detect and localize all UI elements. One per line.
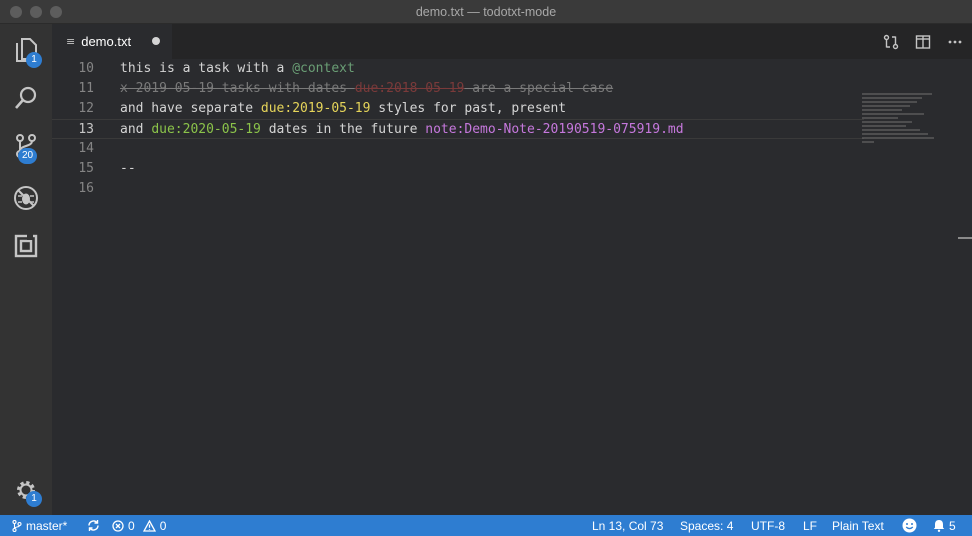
- activity-bar: 1 20 1: [0, 24, 52, 515]
- tab-label: demo.txt: [81, 34, 132, 49]
- bell-icon: [933, 520, 945, 532]
- context-token: @context: [292, 61, 355, 76]
- ellipsis-icon: [948, 40, 962, 43]
- unsaved-dot-icon[interactable]: [152, 37, 160, 45]
- error-count: 0: [128, 518, 135, 533]
- sync-button[interactable]: [87, 515, 100, 536]
- line-text: x 2019-05-19 tasks with dates due:2018-0…: [120, 79, 613, 99]
- text-segment: dates in the future: [260, 122, 426, 137]
- search-button[interactable]: [0, 74, 52, 122]
- branch-name: master*: [26, 518, 68, 533]
- line-number: 13: [78, 122, 94, 137]
- line-number: 11: [78, 81, 94, 96]
- line-text: and due:2020-05-19 dates in the future n…: [120, 120, 684, 140]
- problems-indicator[interactable]: 0 0: [112, 515, 166, 536]
- open-changes-button[interactable]: [882, 33, 900, 51]
- source-control-button[interactable]: 20: [0, 122, 52, 170]
- smiley-icon: [902, 518, 917, 533]
- status-bar: master* 0 0 Ln 13, Col 73 Spaces: 4 UTF-…: [0, 515, 972, 536]
- line-number: 10: [78, 61, 94, 76]
- warning-count: 0: [159, 518, 167, 533]
- editor-actions: [882, 24, 964, 59]
- debug-icon: [14, 186, 38, 210]
- explorer-badge: 1: [26, 52, 42, 68]
- extensions-icon: [14, 234, 38, 258]
- line-text: --: [120, 161, 136, 176]
- branch-indicator[interactable]: master*: [12, 515, 67, 536]
- debug-button[interactable]: [0, 174, 52, 222]
- line-number: 14: [78, 141, 94, 156]
- cursor-position[interactable]: Ln 13, Col 73: [592, 515, 663, 536]
- notification-count: 5: [949, 518, 956, 533]
- feedback-button[interactable]: [902, 515, 917, 536]
- tab-bar: ≡ demo.txt: [52, 24, 972, 59]
- more-actions-button[interactable]: [946, 33, 964, 51]
- note-link[interactable]: note:Demo-Note-20190519-075919.md: [425, 122, 683, 137]
- search-icon: [15, 86, 37, 109]
- end-of-line[interactable]: LF: [803, 515, 817, 536]
- completed-task-text: x 2019-05-19 tasks with dates: [120, 81, 355, 96]
- line-number: 16: [78, 181, 94, 196]
- text-segment: and have separate: [120, 101, 261, 116]
- source-control-badge: 20: [18, 148, 38, 164]
- warning-icon: [142, 519, 156, 532]
- text-segment: and: [120, 122, 152, 137]
- editor-area: ≡ demo.txt 10 this is a task with a @con…: [52, 24, 972, 515]
- extensions-button[interactable]: [0, 222, 52, 270]
- sync-icon: [88, 520, 99, 531]
- error-icon: [112, 519, 124, 532]
- code-line[interactable]: 11 x 2019-05-19 tasks with dates due:201…: [52, 79, 864, 99]
- code-line[interactable]: 12 and have separate due:2019-05-19 styl…: [52, 99, 864, 119]
- due-past-token: due:2018-05-19: [354, 81, 465, 96]
- code-line[interactable]: 16: [52, 179, 864, 199]
- indentation[interactable]: Spaces: 4: [680, 515, 733, 536]
- explorer-button[interactable]: 1: [0, 26, 52, 74]
- code-line[interactable]: 15 --: [52, 159, 864, 179]
- compare-changes-icon: [883, 34, 899, 49]
- line-text: and have separate due:2019-05-19 styles …: [120, 99, 566, 119]
- minimap[interactable]: [862, 93, 942, 153]
- line-number: 15: [78, 161, 94, 176]
- line-number: 12: [78, 101, 94, 116]
- due-present-token: due:2019-05-19: [260, 101, 371, 116]
- split-editor-icon: [915, 34, 931, 49]
- text-segment: styles for past, present: [370, 101, 567, 116]
- manage-settings-button[interactable]: 1: [0, 466, 52, 514]
- due-future-token: due:2020-05-19: [151, 122, 261, 137]
- language-mode[interactable]: Plain Text: [832, 515, 884, 536]
- text-segment: this is a task with a: [120, 61, 293, 76]
- code-line[interactable]: 14: [52, 139, 864, 159]
- git-branch-icon: [12, 519, 22, 532]
- tab-demo-txt[interactable]: ≡ demo.txt: [52, 24, 172, 59]
- notifications-button[interactable]: 5: [933, 515, 956, 536]
- encoding[interactable]: UTF-8: [751, 515, 785, 536]
- file-lines-icon: ≡: [66, 35, 76, 48]
- code-line-current[interactable]: 13 and due:2020-05-19 dates in the futur…: [52, 119, 864, 139]
- split-editor-button[interactable]: [914, 33, 932, 51]
- completed-task-text: are a special case: [464, 81, 614, 96]
- scrollbar-thumb[interactable]: [958, 237, 972, 239]
- settings-badge: 1: [26, 491, 42, 507]
- code-line[interactable]: 10 this is a task with a @context: [52, 59, 864, 79]
- title-bar: demo.txt — todotxt-mode: [0, 0, 972, 24]
- code-editor[interactable]: 10 this is a task with a @context 11 x 2…: [52, 59, 972, 515]
- window-title: demo.txt — todotxt-mode: [415, 5, 557, 19]
- line-text: this is a task with a @context: [120, 59, 355, 79]
